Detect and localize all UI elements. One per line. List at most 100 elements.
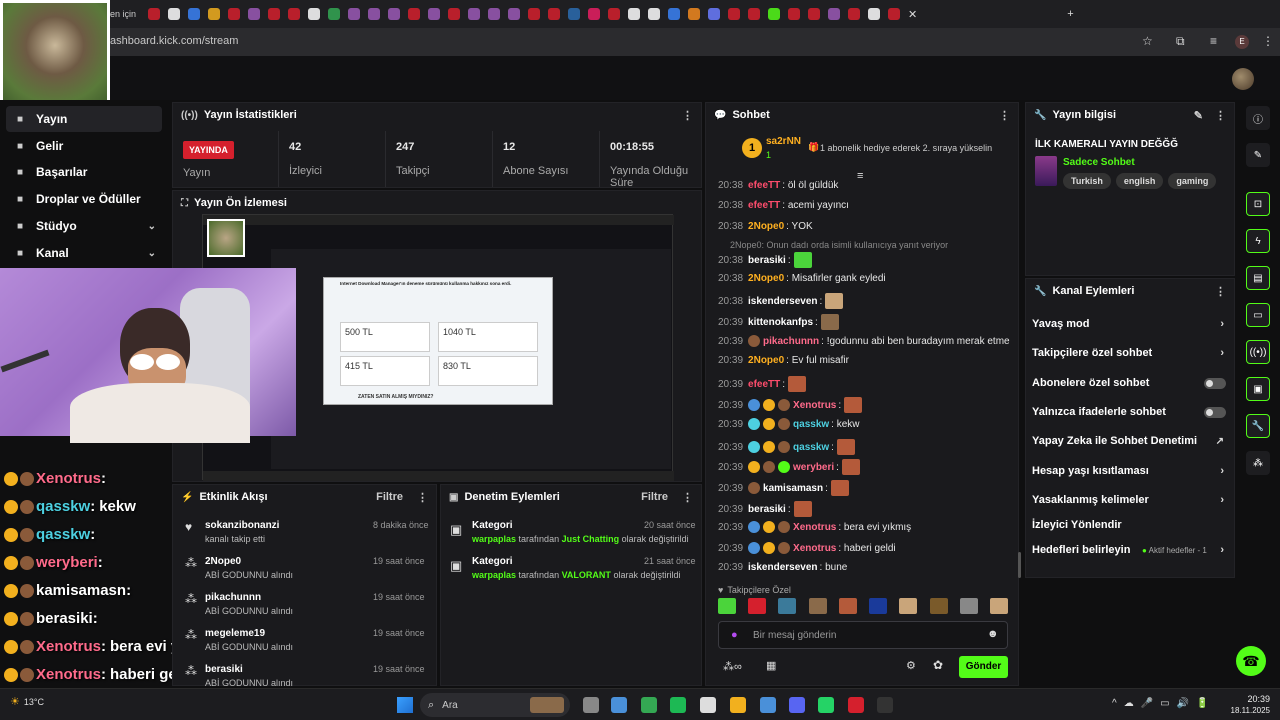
tab-favicon-icon[interactable]: [748, 8, 761, 20]
tab-favicon-icon[interactable]: [548, 8, 561, 20]
tab-label[interactable]: en için: [110, 9, 136, 19]
sidebar-item-4[interactable]: ■ Droplar ve Ödüller: [6, 186, 162, 212]
tab-favicon-icon[interactable]: [488, 8, 501, 20]
bookmark-star-icon[interactable]: ☆: [1142, 34, 1153, 48]
document-icon[interactable]: ▤: [1246, 266, 1270, 290]
chat-username[interactable]: Xenotrus: [793, 543, 836, 554]
chat-username[interactable]: kamisamasn: [763, 483, 823, 494]
emote-icon[interactable]: [989, 598, 1008, 614]
info-icon[interactable]: ⓘ: [1246, 106, 1270, 130]
tab-favicon-icon[interactable]: [208, 8, 221, 20]
tab-favicon-icon[interactable]: [288, 8, 301, 20]
media-icon[interactable]: ≡: [1210, 34, 1217, 48]
url-field[interactable]: ashboard.kick.com/stream: [110, 35, 238, 47]
sidebar-item-3[interactable]: ■ Başarılar: [6, 159, 162, 185]
tab-favicon-icon[interactable]: [588, 8, 601, 20]
channel-action-item[interactable]: Yasaklanmış kelimeler ›: [1032, 494, 1230, 506]
tab-favicon-icon[interactable]: [828, 8, 841, 20]
clock[interactable]: 20:39 18.11.2025: [1226, 694, 1270, 715]
tab-favicon-icon[interactable]: [708, 8, 721, 20]
collapse-pinned-icon[interactable]: ≡: [857, 170, 863, 182]
steam-icon[interactable]: [760, 697, 776, 713]
chat-username[interactable]: efeeTT: [748, 200, 780, 211]
tab-favicon-icon[interactable]: [868, 8, 881, 20]
activity-filter-button[interactable]: Filtre: [376, 491, 403, 503]
user-avatar[interactable]: [1232, 68, 1254, 90]
channel-action-item[interactable]: Abonelere özel sohbet: [1032, 377, 1230, 389]
obs-icon[interactable]: [848, 697, 864, 713]
toggle-switch[interactable]: [1204, 377, 1226, 389]
weather-widget[interactable]: ☀ 13°C: [10, 695, 44, 708]
tab-favicon-icon[interactable]: [348, 8, 361, 20]
tab-favicon-icon[interactable]: [368, 8, 381, 20]
chevron-right-icon[interactable]: ›: [1220, 544, 1224, 556]
tab-favicon-icon[interactable]: [468, 8, 481, 20]
browser-menu-icon[interactable]: ⋮: [1262, 34, 1274, 48]
chat-username[interactable]: pikachunnn: [763, 336, 819, 347]
stream-info-menu-icon[interactable]: ⋮: [1215, 109, 1226, 122]
tab-favicon-icon[interactable]: [148, 8, 161, 20]
layout-icon[interactable]: ▣: [1246, 377, 1270, 401]
send-button[interactable]: Gönder: [959, 656, 1008, 678]
chevron-right-icon[interactable]: ›: [1220, 318, 1224, 330]
help-button[interactable]: ☎: [1236, 646, 1266, 676]
moderation-actor[interactable]: warpaplas: [472, 570, 516, 580]
tab-favicon-icon[interactable]: [328, 8, 341, 20]
whatsapp-icon[interactable]: [818, 697, 834, 713]
tab-favicon-icon[interactable]: [448, 8, 461, 20]
chat-bubble-icon[interactable]: ▭: [1246, 303, 1270, 327]
broadcast-icon[interactable]: ((•)): [1246, 340, 1270, 364]
moderation-menu-icon[interactable]: ⋮: [682, 491, 693, 504]
file-explorer-icon[interactable]: [583, 697, 599, 713]
chat-username[interactable]: iskenderseven: [748, 562, 818, 573]
tab-favicon-icon[interactable]: [528, 8, 541, 20]
activity-menu-icon[interactable]: ⋮: [417, 491, 428, 504]
moderation-actor[interactable]: warpaplas: [472, 534, 516, 544]
tab-favicon-icon[interactable]: [648, 8, 661, 20]
start-button[interactable]: [397, 697, 413, 713]
emote-icon[interactable]: [929, 598, 948, 614]
channel-action-item[interactable]: Hedefleri belirleyin › ● Aktif hedefler - …: [1032, 544, 1230, 556]
channel-action-item[interactable]: Hesap yaşı kısıtlaması ›: [1032, 465, 1230, 477]
tab-favicon-icon[interactable]: [248, 8, 261, 20]
target-icon[interactable]: ⊡: [1246, 192, 1270, 216]
chat-settings-icon[interactable]: ⚙: [906, 659, 916, 672]
tab-favicon-icon[interactable]: [608, 8, 621, 20]
tab-favicon-icon[interactable]: [628, 8, 641, 20]
tag[interactable]: gaming: [1168, 173, 1217, 189]
extensions-icon[interactable]: ⧉: [1176, 34, 1185, 49]
emote-icon[interactable]: [808, 598, 827, 614]
chat-input[interactable]: ● Bir mesaj gönderin ☻: [718, 621, 1008, 649]
game-icon[interactable]: [530, 697, 564, 713]
chat-username[interactable]: berasiki: [748, 255, 786, 266]
chrome-icon[interactable]: [641, 697, 657, 713]
tab-favicon-icon[interactable]: [388, 8, 401, 20]
tab-favicon-icon[interactable]: [788, 8, 801, 20]
chat-username[interactable]: 2Nope0: [748, 273, 784, 284]
chat-username[interactable]: qasskw: [793, 419, 829, 430]
tab-favicon-icon[interactable]: [268, 8, 281, 20]
tab-favicon-icon[interactable]: [888, 8, 901, 20]
notepad-icon[interactable]: [700, 697, 716, 713]
external-link-icon[interactable]: ↗: [1216, 436, 1224, 447]
emote-picker-icon[interactable]: ✿: [933, 658, 943, 672]
discord-icon[interactable]: [789, 697, 805, 713]
emote-icon[interactable]: [778, 598, 797, 614]
profile-avatar[interactable]: E: [1235, 35, 1249, 49]
toggle-switch[interactable]: [1204, 406, 1226, 418]
emote-icon[interactable]: [748, 598, 767, 614]
channel-actions-menu-icon[interactable]: ⋮: [1215, 285, 1226, 298]
tab-favicon-icon[interactable]: [228, 8, 241, 20]
wrench-icon[interactable]: 🔧: [1246, 414, 1270, 438]
chat-username[interactable]: Xenotrus: [793, 400, 836, 411]
chat-scrollbar[interactable]: [1018, 552, 1021, 578]
nodes-icon[interactable]: ⁂: [1246, 451, 1270, 475]
sidebar-item-2[interactable]: ■ Gelir: [6, 133, 162, 159]
channel-action-item[interactable]: İzleyici Yönlendir: [1032, 519, 1230, 531]
chevron-down-icon[interactable]: ⌄: [148, 221, 156, 232]
emote-icon[interactable]: [899, 598, 918, 614]
chat-tools-icon[interactable]: ⁂∞: [723, 660, 742, 673]
channel-action-item[interactable]: Yapay Zeka ile Sohbet Denetimi ↗: [1032, 435, 1230, 447]
chat-username[interactable]: Xenotrus: [793, 522, 836, 533]
tab-favicon-icon[interactable]: [668, 8, 681, 20]
